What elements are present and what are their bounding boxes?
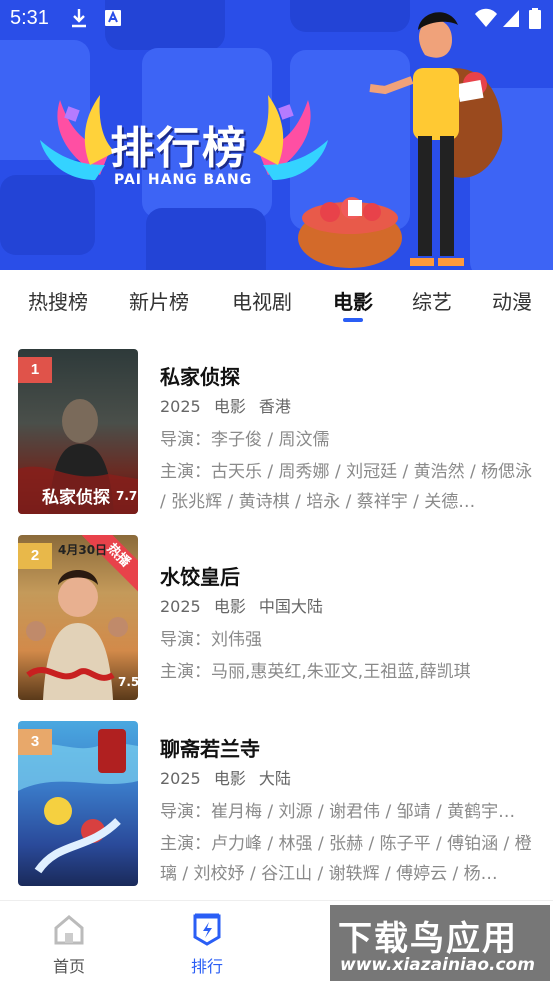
wifi-icon [475,8,497,27]
watermark-logo: 下载鸟应用 www.xiazainiao.com [330,905,550,981]
status-bar: 5:31 [0,0,553,38]
movie-region: 大陆 [258,769,291,788]
download-icon [72,9,86,28]
movie-info: 私家侦探 2025 电影 香港 导演：李子俊 / 周汶儒 主演：古天乐 / 周秀… [160,361,535,517]
list-item[interactable]: 1 私家侦探 7.7 私家侦探 2025 电影 香港 导演：李子俊 / 周汶儒 … [0,349,553,517]
movie-meta: 2025 电影 香港 [160,393,535,417]
tab-new-release[interactable]: 新片榜 [129,286,189,315]
character-illustration [298,12,503,268]
movie-region: 中国大陆 [258,597,323,616]
movie-meta: 2025 电影 中国大陆 [160,593,535,617]
nav-home-label: 首页 [52,957,85,976]
movie-cast: 主演：古天乐 / 周秀娜 / 刘冠廷 / 黄浩然 / 杨偲泳 / 张兆辉 / 黄… [160,462,533,512]
movie-year: 2025 [160,397,201,416]
status-time: 5:31 [10,7,49,29]
movie-meta: 2025 电影 大陆 [160,765,535,789]
movie-title[interactable]: 聊斋若兰寺 [160,733,535,761]
watermark-text: 下载鸟应用 [338,919,518,959]
movie-year: 2025 [160,769,201,788]
movie-cast: 主演：马丽,惠英红,朱亚文,王祖蓝,薛凯琪 [160,662,471,682]
banner-subtitle: PAI HANG BANG [114,172,253,188]
active-tab-indicator [343,318,363,322]
ranking-icon [193,913,221,946]
watermark-url: www.xiazainiao.com [340,955,535,975]
list-item[interactable]: 3 聊斋若兰寺 2025 电影 大陆 导演：崔月梅 / 刘源 / 谢君伟 / 邹… [0,721,553,889]
movie-director: 导演：崔月梅 / 刘源 / 谢君伟 / 邹靖 / 黄鹤宇… [160,802,516,822]
tab-tv-series[interactable]: 电视剧 [232,286,292,315]
category-tabs: 热搜榜 新片榜 电视剧 电影 综艺 动漫 [0,270,553,332]
list-item[interactable]: 2 热播 4月30日 7.5 水饺皇后 2025 电影 中国大陆 导演：刘伟强 … [0,535,553,703]
banner-title: 排行榜 [110,123,248,174]
movie-year: 2025 [160,597,201,616]
rank-badge: 2 [18,543,52,569]
poster-score: 7.7 [116,489,138,503]
tab-variety[interactable]: 综艺 [412,286,452,315]
nav-ranking[interactable]: 排行 [162,913,252,977]
nav-ranking-label: 排行 [190,957,223,976]
banner-title-block: 排行榜 PAI HANG BANG [40,90,330,200]
movie-title[interactable]: 私家侦探 [160,361,535,389]
movie-title[interactable]: 水饺皇后 [160,561,535,589]
tab-movie[interactable]: 电影 [333,286,373,315]
rank-badge: 3 [18,729,52,755]
tab-hot-search[interactable]: 热搜榜 [28,286,88,315]
movie-poster[interactable]: 1 私家侦探 7.7 [18,349,138,514]
signal-icon [503,10,519,27]
tab-anime[interactable]: 动漫 [492,286,532,315]
movie-director: 导演：刘伟强 [160,630,262,650]
poster-title-text: 私家侦探 [42,488,110,508]
poster-date: 4月30日 [58,543,108,557]
keyboard-icon [105,10,121,26]
movie-info: 水饺皇后 2025 电影 中国大陆 导演：刘伟强 主演：马丽,惠英红,朱亚文,王… [160,561,535,687]
movie-director: 导演：李子俊 / 周汶儒 [160,430,330,450]
movie-cast: 主演：卢力峰 / 林强 / 张赫 / 陈子平 / 傅铂涵 / 橙璃 / 刘校妤 … [160,834,532,884]
poster-score: 7.5 [118,675,138,689]
movie-type: 电影 [213,397,246,416]
rank-badge: 1 [18,357,52,383]
movie-type: 电影 [213,597,246,616]
movie-info: 聊斋若兰寺 2025 电影 大陆 导演：崔月梅 / 刘源 / 谢君伟 / 邹靖 … [160,733,535,889]
battery-icon [529,8,541,29]
movie-region: 香港 [258,397,291,416]
home-icon [54,915,84,945]
nav-home[interactable]: 首页 [24,913,114,977]
movie-poster[interactable]: 3 [18,721,138,886]
movie-poster[interactable]: 2 热播 4月30日 7.5 [18,535,138,700]
movie-type: 电影 [213,769,246,788]
ranking-banner: 5:31 排行榜 PAI HANG BANG [0,0,553,270]
